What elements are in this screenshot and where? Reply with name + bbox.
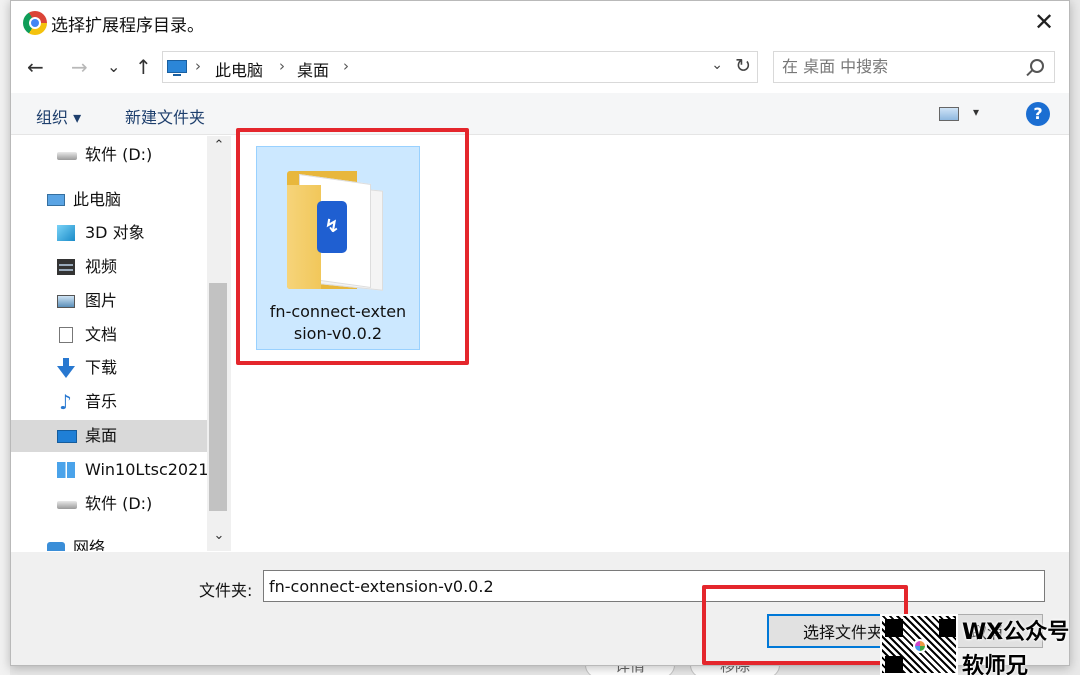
- sidebar-item-label: 桌面: [85, 426, 118, 445]
- sidebar-item-system-drive[interactable]: Win10Ltsc2021: [11, 454, 207, 486]
- navigation-bar: ← → ⌄ ↑ › 此电脑 › 桌面 › ⌄ ↻: [11, 47, 1069, 87]
- sidebar-item-label: 文档: [85, 325, 118, 344]
- sidebar-item-label: Win10Ltsc2021: [85, 460, 207, 479]
- chrome-logo-icon: [23, 11, 47, 35]
- search-icon[interactable]: [1030, 59, 1044, 73]
- forward-arrow-icon[interactable]: →: [71, 53, 88, 81]
- music-icon: ♪: [59, 390, 72, 414]
- sidebar-item-downloads[interactable]: 下载: [11, 352, 207, 384]
- breadcrumb-separator-icon[interactable]: ›: [343, 57, 349, 75]
- drive-icon: [57, 501, 77, 509]
- sidebar-item-label: 下载: [85, 358, 118, 377]
- sidebar-item-label: 3D 对象: [85, 223, 145, 242]
- organize-menu-button[interactable]: 组织 ▾: [36, 104, 81, 128]
- monitor-icon: [167, 60, 187, 76]
- command-toolbar: 组织 ▾ 新建文件夹 ▾ ?: [11, 93, 1069, 135]
- annotation-highlight-select-button: [702, 585, 908, 665]
- sidebar-item-label: 图片: [85, 291, 118, 310]
- drive-icon: [57, 152, 77, 160]
- download-icon: [57, 358, 75, 378]
- background-page-left: [0, 0, 10, 675]
- sidebar-item-music[interactable]: ♪ 音乐: [11, 386, 207, 418]
- title-bar: 选择扩展程序目录。 ✕: [11, 1, 1069, 45]
- qr-code-icon: [880, 614, 958, 675]
- sidebar-item-label: 此电脑: [73, 190, 122, 209]
- sidebar-item-this-pc[interactable]: 此电脑: [11, 184, 207, 216]
- view-options-icon[interactable]: [939, 107, 959, 121]
- sidebar-item-label: 网络: [73, 538, 106, 551]
- watermark-line2: 软师兄: [962, 654, 1029, 675]
- watermark: WX公众号 软师兄: [880, 612, 1080, 675]
- address-bar[interactable]: › 此电脑 › 桌面 › ⌄ ↻: [162, 51, 758, 83]
- sidebar-item-label: 软件 (D:): [85, 494, 153, 513]
- folder-field-label: 文件夹:: [199, 581, 253, 600]
- cube-icon: [57, 225, 75, 241]
- help-icon[interactable]: ?: [1026, 102, 1050, 126]
- address-dropdown-icon[interactable]: ⌄: [711, 57, 723, 73]
- video-icon: [57, 259, 75, 275]
- sidebar-item-3d-objects[interactable]: 3D 对象: [11, 217, 207, 249]
- navigation-pane-scrollbar[interactable]: ⌃ ⌄: [207, 136, 231, 551]
- sidebar-item-label: 音乐: [85, 392, 118, 411]
- watermark-line1: WX公众号: [962, 620, 1070, 645]
- sidebar-item-pictures[interactable]: 图片: [11, 285, 207, 317]
- document-icon: [59, 327, 73, 343]
- sidebar-item-documents[interactable]: 文档: [11, 319, 207, 351]
- desktop-icon: [57, 430, 77, 443]
- sidebar-item-network[interactable]: 网络: [11, 532, 207, 551]
- scroll-up-icon[interactable]: ⌃: [207, 138, 231, 153]
- sidebar-item-videos[interactable]: 视频: [11, 251, 207, 283]
- windows-drive-icon: [57, 462, 75, 478]
- breadcrumb-this-pc[interactable]: 此电脑: [215, 57, 263, 81]
- pc-icon: [47, 194, 65, 206]
- sidebar-item-label: 视频: [85, 257, 118, 276]
- back-arrow-icon[interactable]: ←: [27, 53, 44, 81]
- recent-locations-icon[interactable]: ⌄: [107, 53, 120, 81]
- folder-picker-dialog: 选择扩展程序目录。 ✕ ← → ⌄ ↑ › 此电脑 › 桌面 › ⌄ ↻ 组织 …: [10, 0, 1070, 666]
- up-arrow-icon[interactable]: ↑: [135, 53, 152, 81]
- folder-name-input[interactable]: [263, 570, 1045, 602]
- picture-icon: [57, 295, 75, 308]
- search-box[interactable]: [773, 51, 1055, 83]
- refresh-icon[interactable]: ↻: [735, 55, 751, 77]
- search-input[interactable]: [782, 57, 1012, 76]
- sidebar-item-software-drive[interactable]: 软件 (D:): [11, 139, 207, 171]
- sidebar-item-label: 软件 (D:): [85, 145, 153, 164]
- breadcrumb-desktop[interactable]: 桌面: [297, 57, 329, 81]
- view-dropdown-icon[interactable]: ▾: [973, 105, 979, 119]
- navigation-pane: 软件 (D:) 此电脑 3D 对象 视频 图片 文档 下载 ♪ 音乐 桌面 Wi…: [11, 136, 231, 551]
- annotation-highlight-folder: [236, 128, 469, 365]
- close-icon[interactable]: ✕: [1029, 7, 1059, 37]
- scrollbar-thumb[interactable]: [209, 283, 227, 511]
- breadcrumb-separator-icon: ›: [279, 57, 285, 75]
- dialog-title: 选择扩展程序目录。: [51, 16, 204, 36]
- network-icon: [47, 542, 65, 551]
- sidebar-item-software-drive-2[interactable]: 软件 (D:): [11, 488, 207, 520]
- sidebar-item-desktop[interactable]: 桌面: [11, 420, 207, 452]
- new-folder-button[interactable]: 新建文件夹: [125, 104, 205, 128]
- breadcrumb-separator-icon: ›: [195, 57, 201, 75]
- scroll-down-icon[interactable]: ⌄: [207, 528, 231, 543]
